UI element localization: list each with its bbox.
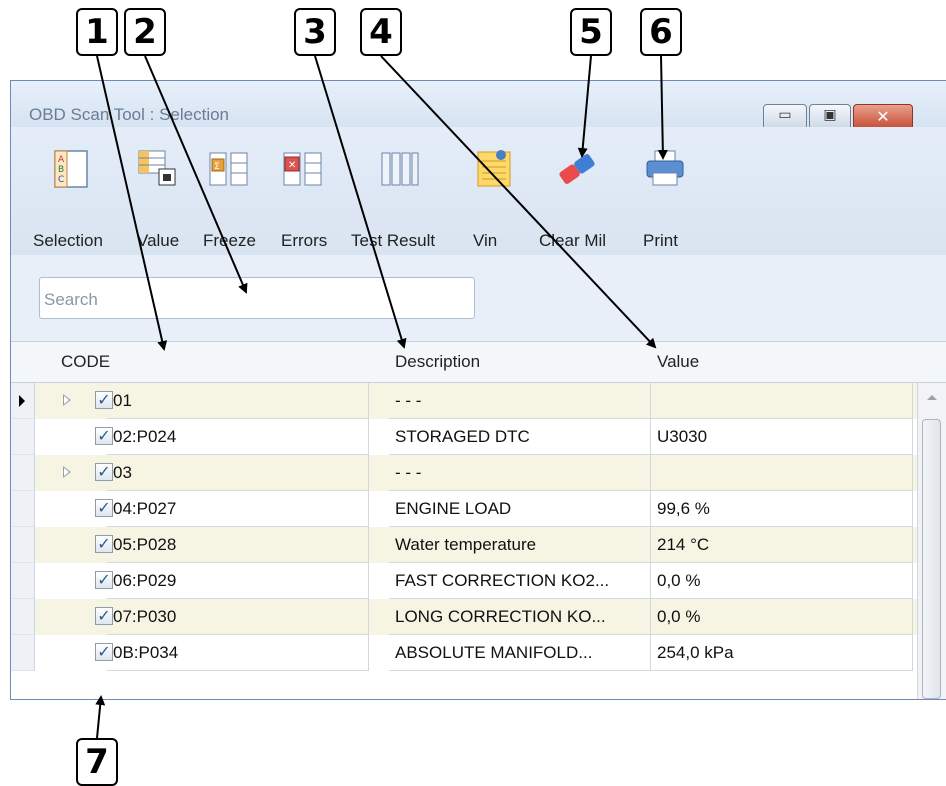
column-header-description[interactable]: Description <box>395 352 480 372</box>
code-cell: 02:P024 <box>107 419 369 455</box>
vin-icon <box>477 150 511 187</box>
code-cell: 01 <box>107 383 369 419</box>
errors-label: Errors <box>281 231 328 250</box>
title-bar: OBD Scan Tool : Selection ▭ ▣ ✕ <box>11 81 946 130</box>
value-label: Value <box>137 231 180 250</box>
value-cell: U3030 <box>651 419 913 455</box>
callout-1: 1 <box>76 8 118 56</box>
column-header-value[interactable]: Value <box>657 352 699 372</box>
code-cell: 0B:P034 <box>107 635 369 671</box>
svg-text:B: B <box>58 165 64 175</box>
callout-3: 3 <box>294 8 336 56</box>
selection-label: Selection <box>33 231 103 250</box>
row-header[interactable] <box>11 563 35 599</box>
value-cell: 214 °C <box>651 527 913 563</box>
table-row[interactable]: ✓ 01- - - <box>11 383 918 419</box>
code-cell: 07:P030 <box>107 599 369 635</box>
search-input[interactable]: Search <box>39 277 475 319</box>
toolbar: A B C Selection Value Σ Freeze ✕ Errors … <box>11 127 946 255</box>
description-cell: FAST CORRECTION KO2... <box>389 563 651 599</box>
value-cell <box>651 455 913 491</box>
svg-text:A: A <box>58 155 65 165</box>
description-cell: Water temperature <box>389 527 651 563</box>
errors-icon: ✕ <box>283 152 322 186</box>
table-row[interactable]: ✓ 0B:P034 ABSOLUTE MANIFOLD... 254,0 kPa <box>11 635 918 671</box>
scrollbar-thumb[interactable] <box>922 419 941 699</box>
test-result-button[interactable]: Test Result <box>351 139 451 255</box>
description-cell: - - - <box>389 455 651 491</box>
description-cell: ABSOLUTE MANIFOLD... <box>389 635 651 671</box>
data-grid: CODE Description Value ✓ 01- - - ✓ 02:P024 S… <box>11 341 946 699</box>
table-row[interactable]: ✓ 04:P027 ENGINE LOAD 99,6 % <box>11 491 918 527</box>
errors-button[interactable]: ✕ Errors <box>281 139 341 255</box>
clear-mil-button[interactable]: Clear Mil <box>539 139 629 255</box>
current-row-pointer-icon <box>19 395 25 407</box>
description-cell: LONG CORRECTION KO... <box>389 599 651 635</box>
code-cell: 06:P029 <box>107 563 369 599</box>
test-result-label: Test Result <box>351 231 436 250</box>
test-result-icon <box>381 152 419 186</box>
freeze-button[interactable]: Σ Freeze <box>203 139 269 255</box>
printer-icon <box>646 150 684 186</box>
value-cell: 254,0 kPa <box>651 635 913 671</box>
code-cell: 04:P027 <box>107 491 369 527</box>
window-title: OBD Scan Tool : Selection <box>29 105 230 124</box>
description-cell: - - - <box>389 383 651 419</box>
table-row[interactable]: ✓ 03- - - <box>11 455 918 491</box>
svg-text:Σ: Σ <box>214 162 220 172</box>
vin-label: Vin <box>473 231 498 250</box>
grid-header: CODE Description Value <box>11 341 946 383</box>
value-cell: 99,6 % <box>651 491 913 527</box>
value-cell: 0,0 % <box>651 563 913 599</box>
callout-4: 4 <box>360 8 402 56</box>
table-row[interactable]: ✓ 06:P029 FAST CORRECTION KO2... 0,0 % <box>11 563 918 599</box>
print-label: Print <box>643 231 678 250</box>
svg-text:✕: ✕ <box>288 160 296 171</box>
column-header-code[interactable]: CODE <box>61 352 110 372</box>
row-header[interactable] <box>11 383 35 419</box>
freeze-label: Freeze <box>203 231 256 250</box>
table-row[interactable]: ✓ 07:P030 LONG CORRECTION KO... 0,0 % <box>11 599 918 635</box>
value-button[interactable]: Value <box>137 139 191 255</box>
row-header[interactable] <box>11 491 35 527</box>
value-cell: 0,0 % <box>651 599 913 635</box>
freeze-icon: Σ <box>209 152 248 186</box>
value-icon <box>138 150 176 186</box>
vertical-scrollbar[interactable] <box>917 383 946 699</box>
close-icon: ✕ <box>876 107 890 126</box>
callout-7: 7 <box>76 738 118 786</box>
table-row[interactable]: ✓ 02:P024 STORAGED DTC U3030 <box>11 419 918 455</box>
table-row[interactable]: ✓ 05:P028 Water temperature 214 °C <box>11 527 918 563</box>
selection-icon: A B C <box>54 150 88 188</box>
description-cell: ENGINE LOAD <box>389 491 651 527</box>
vin-button[interactable]: Vin <box>473 139 523 255</box>
scroll-up-icon[interactable] <box>927 395 937 400</box>
expand-icon[interactable] <box>63 466 71 478</box>
selection-button[interactable]: A B C Selection <box>33 139 117 255</box>
clear-mil-label: Clear Mil <box>539 231 607 250</box>
app-window: OBD Scan Tool : Selection ▭ ▣ ✕ A B C Se… <box>10 80 946 700</box>
row-header[interactable] <box>11 635 35 671</box>
svg-text:C: C <box>58 175 64 185</box>
code-cell: 05:P028 <box>107 527 369 563</box>
row-header[interactable] <box>11 527 35 563</box>
expand-icon[interactable] <box>63 394 71 406</box>
search-area: Search <box>11 255 946 341</box>
row-header[interactable] <box>11 455 35 491</box>
eraser-icon <box>559 154 595 184</box>
minimize-icon: ▭ <box>778 107 792 123</box>
description-cell: STORAGED DTC <box>389 419 651 455</box>
value-cell <box>651 383 913 419</box>
code-cell: 03 <box>107 455 369 491</box>
arrow-7 <box>95 695 106 739</box>
callout-6: 6 <box>640 8 682 56</box>
callout-5: 5 <box>570 8 612 56</box>
row-header[interactable] <box>11 419 35 455</box>
callout-2: 2 <box>124 8 166 56</box>
row-header[interactable] <box>11 599 35 635</box>
print-button[interactable]: Print <box>643 139 693 255</box>
maximize-icon: ▣ <box>823 107 837 123</box>
